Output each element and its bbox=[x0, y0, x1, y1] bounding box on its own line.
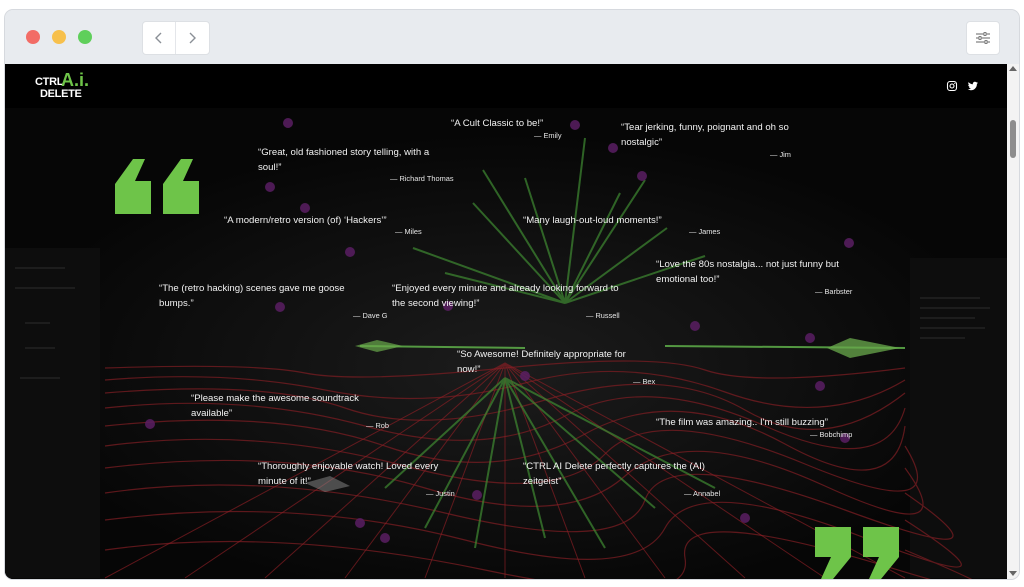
testimonial-quote: “CTRL AI Delete perfectly captures the (… bbox=[523, 461, 705, 487]
testimonial-author: — Emily bbox=[534, 131, 562, 140]
scroll-up-arrow-icon[interactable] bbox=[1009, 66, 1017, 71]
testimonial-quote: “Enjoyed every minute and already lookin… bbox=[392, 283, 619, 309]
site-header: CTRL A.i. DELETE bbox=[5, 64, 1007, 108]
logo-line2: DELETE bbox=[40, 88, 82, 100]
maximize-window-button[interactable] bbox=[78, 30, 92, 44]
instagram-icon[interactable] bbox=[946, 80, 958, 92]
testimonial-author: — Barbster bbox=[815, 287, 853, 296]
testimonial-author: — Russell bbox=[586, 311, 620, 320]
testimonial-quote: “Thoroughly enjoyable watch! Loved every… bbox=[258, 461, 439, 487]
browser-window: CTRL A.i. DELETE “A Cult Classic to be!”… bbox=[5, 10, 1019, 579]
testimonial-quote: “Great, old fashioned story telling, wit… bbox=[258, 147, 430, 173]
chevron-right-icon bbox=[189, 32, 196, 44]
testimonial-author: — Bobchimp bbox=[810, 430, 853, 439]
sliders-icon bbox=[976, 32, 990, 44]
twitter-icon[interactable] bbox=[967, 80, 979, 92]
site-logo[interactable]: CTRL A.i. DELETE bbox=[35, 70, 95, 102]
back-button[interactable] bbox=[143, 22, 176, 54]
testimonial-author: — Jim bbox=[770, 150, 791, 159]
testimonial-author: — Rob bbox=[366, 421, 390, 430]
settings-button[interactable] bbox=[966, 21, 1000, 55]
testimonial-quote: “Please make the awesome soundtrack avai… bbox=[191, 393, 359, 419]
chevron-left-icon bbox=[155, 32, 162, 44]
testimonial-quote: “So Awesome! Definitely appropriate for … bbox=[457, 349, 626, 375]
forward-button[interactable] bbox=[176, 22, 208, 54]
testimonial-quote: “The (retro hacking) scenes gave me goos… bbox=[159, 283, 345, 309]
testimonial-quote: “A Cult Classic to be!” bbox=[451, 118, 544, 129]
testimonial-quote: “A modern/retro version (of) ‘Hackers’” bbox=[224, 215, 387, 226]
browser-toolbar bbox=[5, 10, 1019, 64]
testimonial-author: — Bex bbox=[633, 377, 656, 386]
testimonial-author: — Annabel bbox=[684, 489, 721, 498]
minimize-window-button[interactable] bbox=[52, 30, 66, 44]
open-quote-icon bbox=[115, 159, 199, 214]
scrollbar-thumb[interactable] bbox=[1010, 120, 1016, 158]
page-viewport: CTRL A.i. DELETE “A Cult Classic to be!”… bbox=[5, 64, 1007, 579]
scroll-down-arrow-icon[interactable] bbox=[1009, 571, 1017, 576]
testimonial-quote: “Tear jerking, funny, poignant and oh so… bbox=[621, 122, 789, 148]
testimonial-author: — Justin bbox=[426, 489, 455, 498]
testimonial-author: — James bbox=[689, 227, 721, 236]
testimonial-author: — Richard Thomas bbox=[390, 174, 454, 183]
testimonial-author: — Dave G bbox=[353, 311, 388, 320]
testimonial-quote: “Many laugh-out-loud moments!” bbox=[523, 215, 662, 226]
close-quote-icon bbox=[815, 527, 899, 579]
navigation-buttons bbox=[142, 21, 210, 55]
logo-line1: CTRL bbox=[35, 76, 64, 88]
close-window-button[interactable] bbox=[26, 30, 40, 44]
testimonial-quote: “Love the 80s nostalgia... not just funn… bbox=[656, 259, 839, 285]
testimonial-quote: “The film was amazing.. I'm still buzzin… bbox=[656, 417, 828, 428]
vertical-scrollbar[interactable] bbox=[1007, 64, 1019, 579]
testimonial-author: — Miles bbox=[395, 227, 422, 236]
